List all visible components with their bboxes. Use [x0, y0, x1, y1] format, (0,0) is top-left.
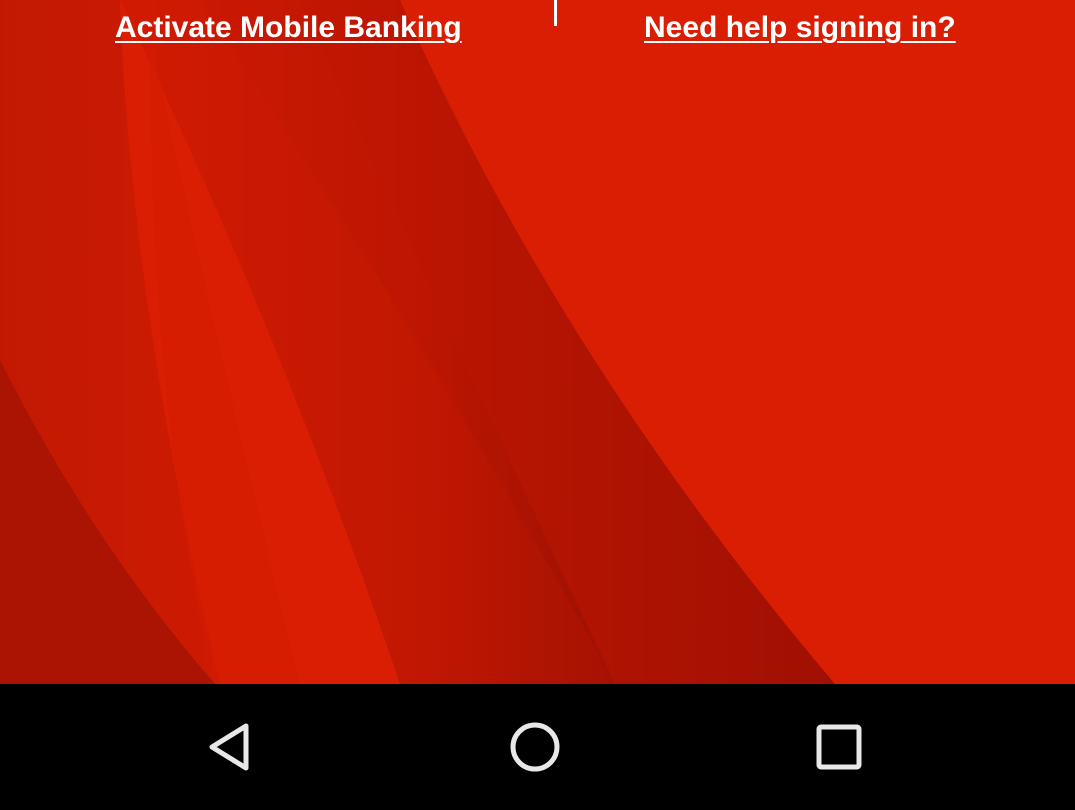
need-help-signing-in-link[interactable]: Need help signing in?	[644, 10, 956, 46]
background-swoosh-art	[0, 0, 1075, 684]
activate-mobile-banking-link[interactable]: Activate Mobile Banking	[115, 10, 462, 46]
login-screen-background: Activate Mobile Banking Need help signin…	[0, 0, 1075, 684]
android-navigation-bar	[0, 684, 1075, 810]
back-button[interactable]	[200, 714, 266, 780]
home-button[interactable]	[502, 714, 568, 780]
home-icon	[510, 722, 560, 772]
recents-icon	[816, 724, 862, 770]
phone-screen: Activate Mobile Banking Need help signin…	[0, 0, 1075, 810]
recents-button[interactable]	[806, 714, 872, 780]
link-divider	[554, 0, 557, 26]
back-icon	[209, 723, 249, 771]
login-help-links: Activate Mobile Banking Need help signin…	[0, 0, 1075, 60]
